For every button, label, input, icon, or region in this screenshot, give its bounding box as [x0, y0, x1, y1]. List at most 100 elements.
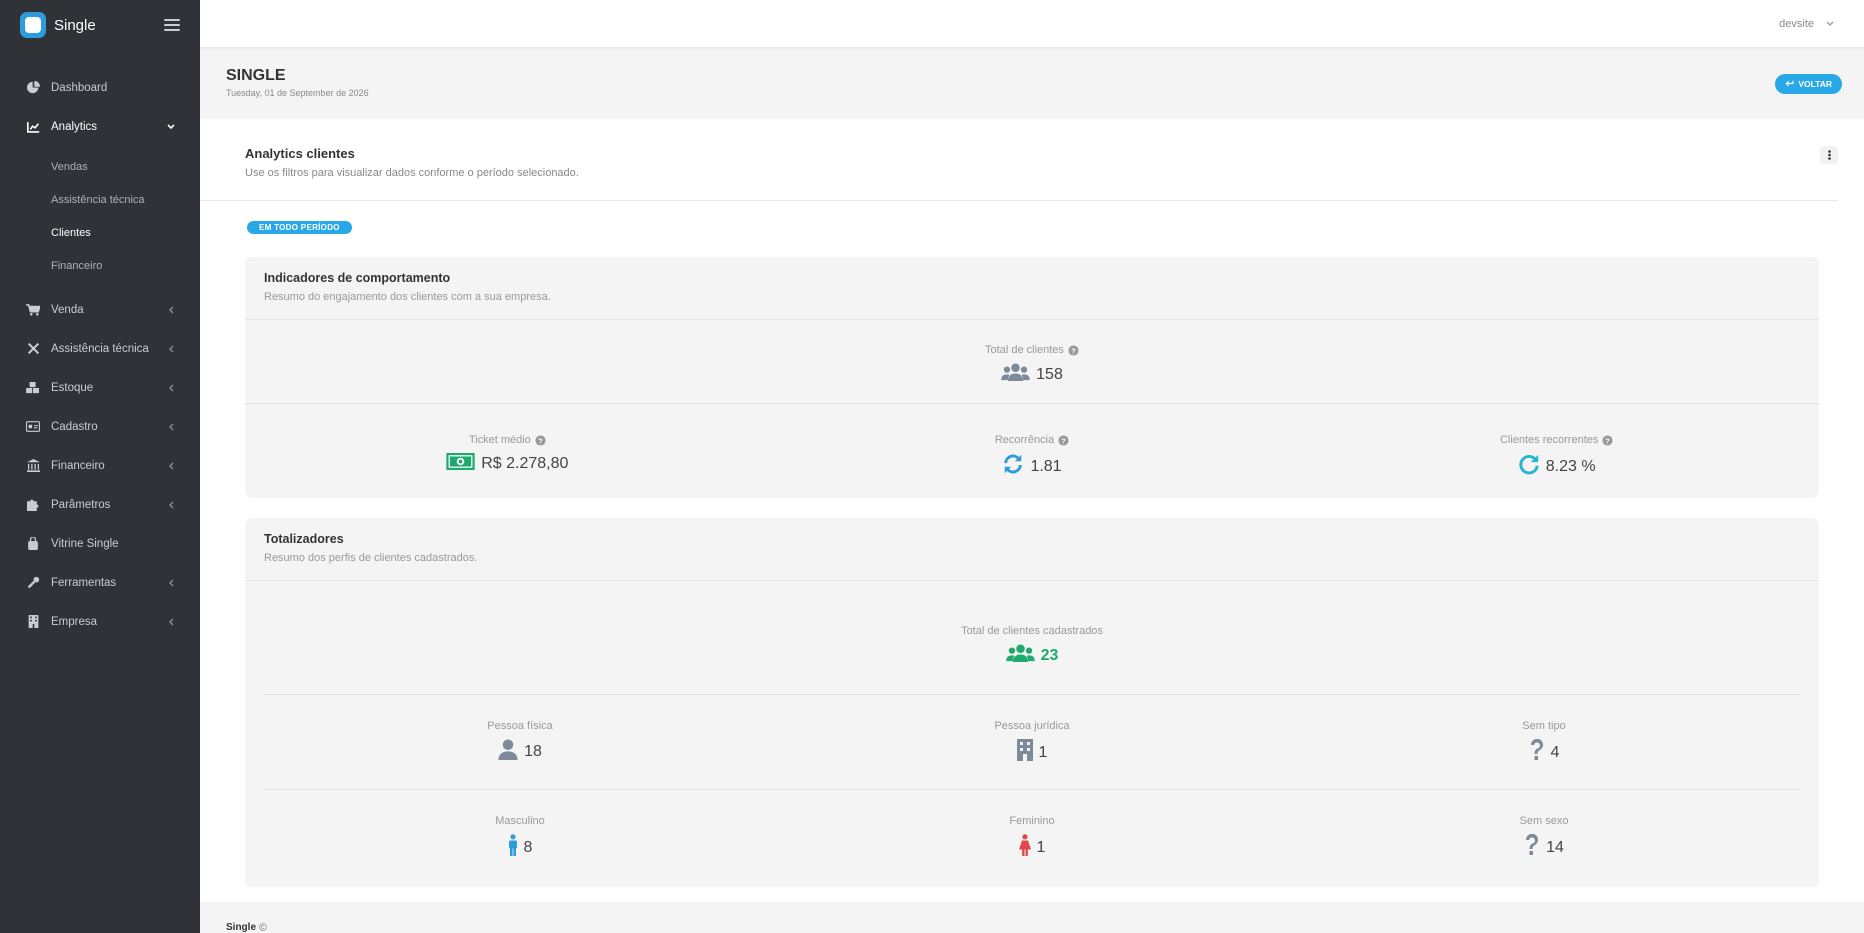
totals-description: Resumo dos perfis de clientes cadastrado…	[264, 552, 478, 564]
sidebar-item-ferramentas[interactable]: Ferramentas	[0, 563, 200, 602]
sidebar-item-empresa[interactable]: Empresa	[0, 602, 200, 641]
stat-value: 14	[1546, 838, 1564, 856]
gender-row: Masculino 8 Feminino 1 Sem sexo 14	[264, 790, 1800, 861]
stat-label: Sem tipo	[1522, 720, 1566, 732]
user-name: devsite	[1779, 17, 1814, 30]
sidebar-subitem-clientes[interactable]: Clientes	[0, 216, 200, 249]
chevron-left-icon	[166, 617, 176, 627]
stat-value: 1	[1036, 838, 1046, 856]
behavior-metrics-row: Ticket médio ? R$ 2.278,80 Recorrência ?	[245, 404, 1819, 480]
period-badge[interactable]: EM TODO PERÍODO	[247, 221, 352, 234]
stat-label: Pessoa jurídica	[994, 720, 1070, 732]
female-icon	[1018, 834, 1031, 861]
users-group-icon	[1001, 363, 1030, 387]
chevron-down-icon	[166, 122, 176, 132]
stat-label: Total de clientes	[985, 344, 1064, 356]
sidebar-item-label: Assistência técnica	[51, 342, 149, 355]
svg-text:?: ?	[1061, 436, 1066, 445]
help-circle-icon[interactable]: ?	[1058, 434, 1069, 446]
sidebar-item-dashboard[interactable]: Dashboard	[0, 68, 200, 107]
feminino-stat: Feminino 1	[776, 811, 1288, 861]
page-title: SINGLE	[226, 67, 286, 84]
user-icon	[498, 739, 518, 765]
behavior-description: Resumo do engajamento dos clientes com a…	[264, 291, 551, 303]
footer-brand: Single	[226, 921, 257, 933]
sidebar-item-parametros[interactable]: Parâmetros	[0, 485, 200, 524]
pie-chart-icon	[26, 81, 40, 95]
sidebar-item-label: Empresa	[51, 615, 98, 628]
person-type-row: Pessoa física 18 Pessoa jurídica 1 Sem t…	[264, 695, 1800, 789]
sidebar-item-analytics[interactable]: Analytics	[0, 107, 200, 146]
svg-text:?: ?	[1606, 436, 1611, 445]
sidebar-item-label: Vitrine Single	[51, 537, 119, 550]
sem-sexo-stat: Sem sexo 14	[1288, 811, 1800, 861]
help-circle-icon[interactable]: ?	[1068, 344, 1079, 356]
pessoa-juridica-stat: Pessoa jurídica 1	[776, 716, 1288, 766]
id-card-icon	[26, 420, 40, 434]
sidebar-item-label: Analytics	[51, 120, 98, 133]
ticket-medio-stat: Ticket médio ? R$ 2.278,80	[245, 430, 770, 480]
sidebar-item-assistencia-tecnica[interactable]: Assistência técnica	[0, 329, 200, 368]
page-header: SINGLE Tuesday, 01 de September de 2026 …	[200, 47, 1864, 119]
help-circle-icon[interactable]: ?	[535, 434, 546, 446]
totals-panel: Totalizadores Resumo dos perfis de clien…	[245, 518, 1819, 887]
svg-text:?: ?	[538, 436, 543, 445]
sidebar-subitem-assistencia[interactable]: Assistência técnica	[0, 183, 200, 216]
card-header: Analytics clientes Use os filtros para v…	[200, 119, 1838, 201]
stat-value: 1	[1038, 743, 1048, 761]
sidebar-item-label: Venda	[51, 303, 84, 316]
stat-label: Recorrência	[994, 434, 1055, 446]
stat-value: 8.23 %	[1545, 457, 1596, 475]
stat-value: 23	[1040, 647, 1059, 664]
sidebar-item-label: Estoque	[51, 381, 94, 394]
chevron-left-icon	[166, 422, 176, 432]
tools-icon	[26, 342, 40, 356]
analytics-card: Analytics clientes Use os filtros para v…	[200, 119, 1864, 902]
sidebar: Single Dashboard Analytics Vendas Assist…	[0, 0, 200, 933]
app-logo-icon[interactable]	[20, 12, 46, 38]
line-chart-icon	[26, 120, 40, 134]
sidebar-item-estoque[interactable]: Estoque	[0, 368, 200, 407]
registered-clients-stat: Total de clientes cadastrados 23	[264, 581, 1800, 694]
sidebar-subitem-financeiro[interactable]: Financeiro	[0, 249, 200, 282]
svg-text:?: ?	[1071, 346, 1076, 355]
sidebar-item-vitrine-single[interactable]: Vitrine Single	[0, 524, 200, 563]
sidebar-item-venda[interactable]: Venda	[0, 290, 200, 329]
chevron-left-icon	[166, 383, 176, 393]
back-button-label: VOLTAR	[1798, 79, 1832, 89]
stat-value: 18	[524, 743, 542, 760]
analytics-submenu: Vendas Assistência técnica Clientes Fina…	[0, 146, 200, 290]
menu-toggle-icon[interactable]	[164, 19, 180, 31]
sync-icon	[1002, 453, 1024, 480]
cubes-icon	[26, 381, 40, 395]
wrench-icon	[26, 576, 40, 590]
sidebar-item-cadastro[interactable]: Cadastro	[0, 407, 200, 446]
stat-value: 8	[523, 838, 533, 856]
return-arrow-icon	[1785, 79, 1794, 89]
users-group-icon	[1005, 644, 1035, 668]
topbar: devsite	[200, 0, 1864, 47]
chevron-left-icon	[166, 500, 176, 510]
stat-label: Feminino	[1009, 815, 1055, 827]
totals-title: Totalizadores	[264, 532, 344, 546]
user-menu[interactable]: devsite	[1779, 18, 1834, 30]
stat-value: R$ 2.278,80	[481, 455, 569, 472]
question-icon	[1529, 738, 1545, 766]
card-description: Use os filtros para visualizar dados con…	[245, 167, 579, 179]
sidebar-item-label: Financeiro	[51, 459, 105, 472]
sidebar-item-label: Cadastro	[51, 420, 98, 433]
more-options-icon[interactable]	[1820, 146, 1838, 164]
behavior-title: Indicadores de comportamento	[264, 271, 451, 285]
sidebar-item-financeiro[interactable]: Financeiro	[0, 446, 200, 485]
sidebar-item-label: Parâmetros	[51, 498, 111, 511]
chevron-left-icon	[166, 305, 176, 315]
question-icon	[1524, 833, 1540, 861]
sidebar-subitem-vendas[interactable]: Vendas	[0, 150, 200, 183]
cart-icon	[26, 303, 40, 317]
brand: Single	[0, 0, 200, 50]
chevron-left-icon	[166, 344, 176, 354]
stat-label: Clientes recorrentes	[1499, 434, 1599, 446]
page-date: Tuesday, 01 de September de 2026	[226, 88, 369, 98]
back-button[interactable]: VOLTAR	[1775, 74, 1842, 94]
help-circle-icon[interactable]: ?	[1602, 434, 1613, 446]
